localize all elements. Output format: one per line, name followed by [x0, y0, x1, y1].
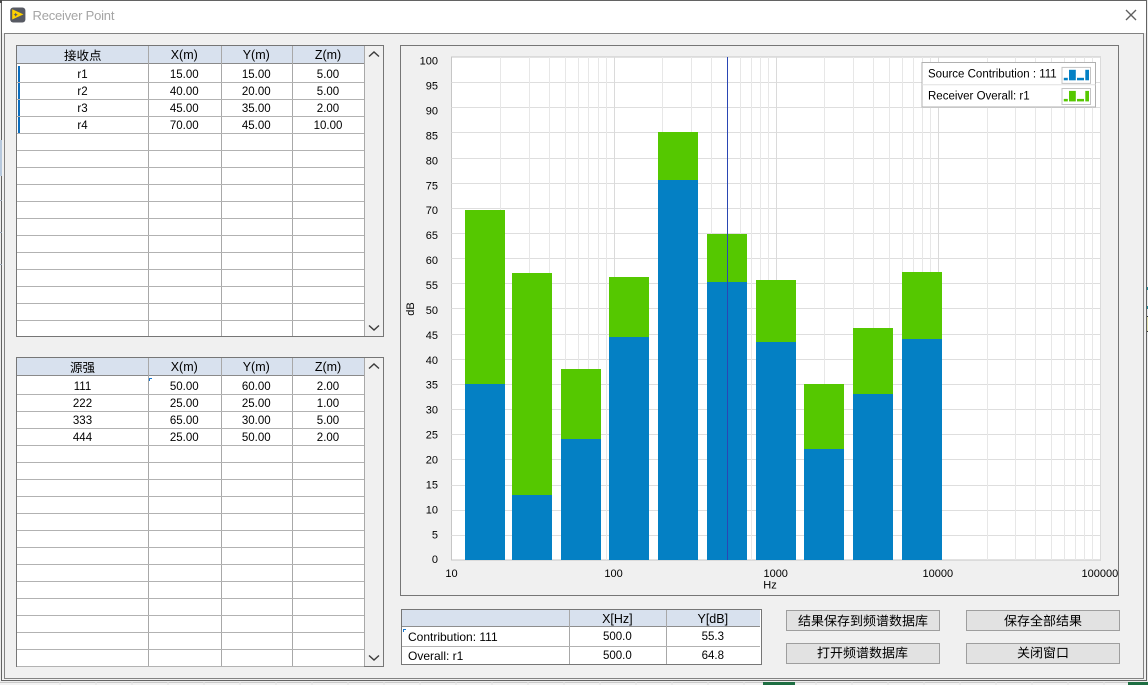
svg-text:Source Contribution : 111: Source Contribution : 111	[928, 69, 1057, 81]
svg-text:Receiver Overall: r1: Receiver Overall: r1	[928, 91, 1030, 103]
svg-text:10: 10	[445, 568, 457, 580]
svg-text:65: 65	[426, 230, 438, 242]
svg-text:Hz: Hz	[763, 580, 776, 592]
svg-text:20: 20	[426, 455, 438, 467]
svg-text:5: 5	[432, 529, 438, 541]
svg-text:10: 10	[426, 504, 438, 516]
svg-text:60: 60	[426, 255, 438, 267]
svg-text:0: 0	[432, 554, 438, 566]
svg-text:45: 45	[426, 330, 438, 342]
svg-text:100000: 100000	[1082, 568, 1118, 580]
svg-text:100: 100	[604, 568, 622, 580]
svg-text:dB: dB	[405, 302, 417, 315]
svg-text:55: 55	[426, 280, 438, 292]
svg-text:35: 35	[426, 380, 438, 392]
svg-text:90: 90	[426, 106, 438, 118]
svg-text:95: 95	[426, 81, 438, 93]
svg-text:40: 40	[426, 355, 438, 367]
svg-text:70: 70	[426, 205, 438, 217]
svg-text:10000: 10000	[923, 568, 954, 580]
svg-text:100: 100	[420, 56, 438, 68]
svg-text:1000: 1000	[763, 568, 787, 580]
svg-text:25: 25	[426, 430, 438, 442]
svg-text:75: 75	[426, 180, 438, 192]
svg-text:30: 30	[426, 405, 438, 417]
svg-text:85: 85	[426, 131, 438, 143]
svg-text:80: 80	[426, 155, 438, 167]
svg-text:50: 50	[426, 305, 438, 317]
svg-text:15: 15	[426, 479, 438, 491]
